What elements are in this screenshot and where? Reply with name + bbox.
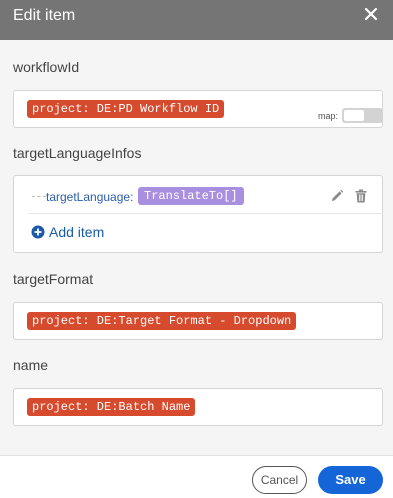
tree-connector bbox=[32, 196, 46, 197]
targetformat-field[interactable]: project: DE:Target Format - Dropdown bbox=[13, 302, 383, 340]
targetformat-value-pill: project: DE:Target Format - Dropdown bbox=[27, 312, 297, 330]
array-item-key: targetLanguage: bbox=[46, 190, 134, 204]
workflowid-value-pill: project: DE:PD Workflow ID bbox=[27, 100, 225, 118]
array-item-row: targetLanguage: TranslateTo[] bbox=[20, 186, 376, 208]
map-toggle[interactable] bbox=[342, 108, 383, 123]
trash-icon[interactable] bbox=[355, 189, 367, 203]
workflowid-field[interactable]: project: DE:PD Workflow ID bbox=[13, 90, 383, 128]
workflowid-label: workflowId bbox=[13, 59, 80, 75]
name-label: name bbox=[13, 357, 49, 373]
dialog-title: Edit item bbox=[13, 7, 76, 24]
save-button[interactable]: Save bbox=[318, 466, 383, 494]
edit-pencil-icon[interactable] bbox=[330, 189, 344, 203]
add-item-label: Add item bbox=[49, 224, 105, 240]
dialog-header: Edit item bbox=[0, 0, 393, 40]
targetlanguageinfos-array: targetLanguage: TranslateTo[] Add item bbox=[13, 175, 383, 253]
targetformat-label: targetFormat bbox=[13, 271, 94, 287]
map-label: map: bbox=[318, 111, 339, 121]
dialog-body: workflowId project: DE:PD Workflow ID ta… bbox=[0, 40, 393, 455]
targetlanguageinfos-label: targetLanguageInfos bbox=[13, 145, 142, 161]
cancel-button[interactable]: Cancel bbox=[252, 466, 307, 494]
array-divider bbox=[28, 213, 383, 214]
array-item-value-pill[interactable]: TranslateTo[] bbox=[138, 187, 244, 205]
name-value-pill: project: DE:Batch Name bbox=[27, 398, 196, 416]
add-circle-icon bbox=[31, 225, 45, 239]
name-field[interactable]: project: DE:Batch Name bbox=[13, 388, 383, 426]
map-toggle-knob bbox=[344, 110, 364, 121]
dialog-footer: Cancel Save bbox=[0, 455, 393, 498]
close-icon[interactable] bbox=[363, 5, 379, 23]
